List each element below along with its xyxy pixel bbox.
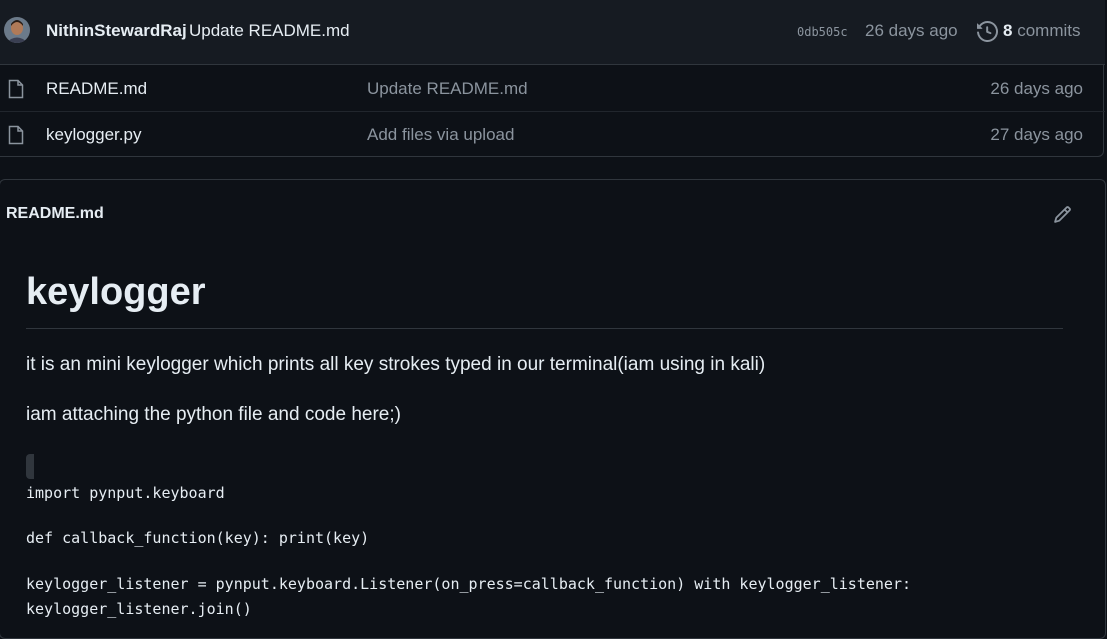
file-name-link[interactable]: README.md bbox=[46, 79, 147, 99]
readme-paragraph: it is an mini keylogger which prints all… bbox=[26, 354, 766, 375]
file-age: 27 days ago bbox=[990, 125, 1083, 144]
commits-link[interactable]: 8 commits bbox=[1003, 21, 1080, 41]
file-icon bbox=[8, 125, 24, 145]
code-line: def callback_function(key): print(key) bbox=[26, 529, 370, 547]
readme-header-title[interactable]: README.md bbox=[6, 205, 104, 223]
commit-message-link[interactable]: Update README.md bbox=[189, 21, 350, 41]
commit-author-link[interactable]: NithinStewardRaj bbox=[46, 21, 187, 41]
file-name-link[interactable]: keylogger.py bbox=[46, 125, 141, 145]
commit-count: 8 bbox=[1003, 21, 1013, 40]
avatar[interactable] bbox=[4, 17, 30, 43]
code-line: keylogger_listener = pynput.keyboard.Lis… bbox=[26, 575, 912, 593]
code-line: import pynput.keyboard bbox=[26, 484, 225, 502]
code-line: keylogger_listener.join() bbox=[26, 600, 252, 618]
readme-heading: keylogger bbox=[26, 268, 1063, 329]
readme-paragraph: iam attaching the python file and code h… bbox=[26, 404, 401, 425]
commits-label: commits bbox=[1017, 21, 1081, 40]
history-icon[interactable] bbox=[977, 21, 998, 42]
latest-commit-bar: NithinStewardRaj Update README.md 0db505… bbox=[0, 0, 1105, 65]
commit-age: 26 days ago bbox=[865, 21, 958, 40]
file-icon bbox=[8, 79, 24, 99]
pencil-icon[interactable] bbox=[1053, 205, 1072, 224]
file-commit-message-link[interactable]: Update README.md bbox=[367, 79, 528, 99]
file-commit-message-link[interactable]: Add files via upload bbox=[367, 125, 514, 145]
file-row: README.md Update README.md 26 days ago bbox=[0, 66, 1105, 112]
file-row: keylogger.py Add files via upload 27 day… bbox=[0, 112, 1105, 158]
code-block-marker bbox=[26, 454, 34, 479]
file-age: 26 days ago bbox=[990, 79, 1083, 98]
commit-sha-link[interactable]: 0db505c bbox=[797, 25, 848, 39]
